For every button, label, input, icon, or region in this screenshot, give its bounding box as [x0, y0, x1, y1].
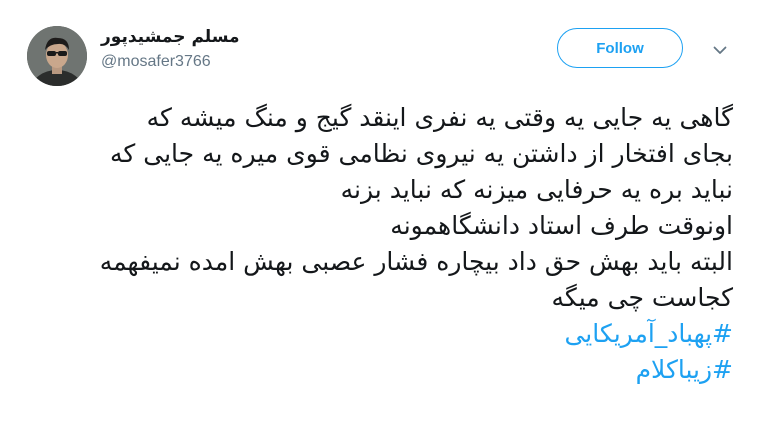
- tweet-card: مسلم جمشیدپور @mosafer3766 Follow گاهی ی…: [0, 0, 763, 426]
- author-display-name[interactable]: مسلم جمشیدپور: [101, 27, 240, 47]
- tweet-text-line: اونوقت طرف استاد دانشگاهمونه: [390, 211, 733, 240]
- tweet-text: گاهی یه جایی یه وقتی یه نفری اینقد گیج و…: [33, 100, 733, 388]
- tweet-text-line: گاهی یه جایی یه وقتی یه نفری اینقد گیج و…: [146, 103, 733, 132]
- hashtag-link[interactable]: #زیباکلام: [33, 352, 733, 388]
- follow-button[interactable]: Follow: [557, 28, 683, 68]
- tweet-text-line: البته باید بهش حق داد بیچاره فشار عصبی ب…: [99, 247, 733, 276]
- chevron-down-icon: [713, 46, 727, 54]
- avatar[interactable]: [27, 26, 87, 86]
- tweet-text-line: کجاست چی میگه: [551, 283, 733, 312]
- user-avatar-photo-icon: [27, 26, 87, 86]
- hashtag-link[interactable]: #پهباد_آمریکایی: [33, 316, 733, 352]
- tweet-text-line: نباید بره یه حرفایی میزنه که نباید بزنه: [340, 175, 733, 204]
- author-handle[interactable]: @mosafer3766: [101, 53, 211, 71]
- tweet-text-line: بجای افتخار از داشتن یه نیروی نظامی قوی …: [110, 139, 733, 168]
- tweet-menu-button[interactable]: [708, 38, 732, 62]
